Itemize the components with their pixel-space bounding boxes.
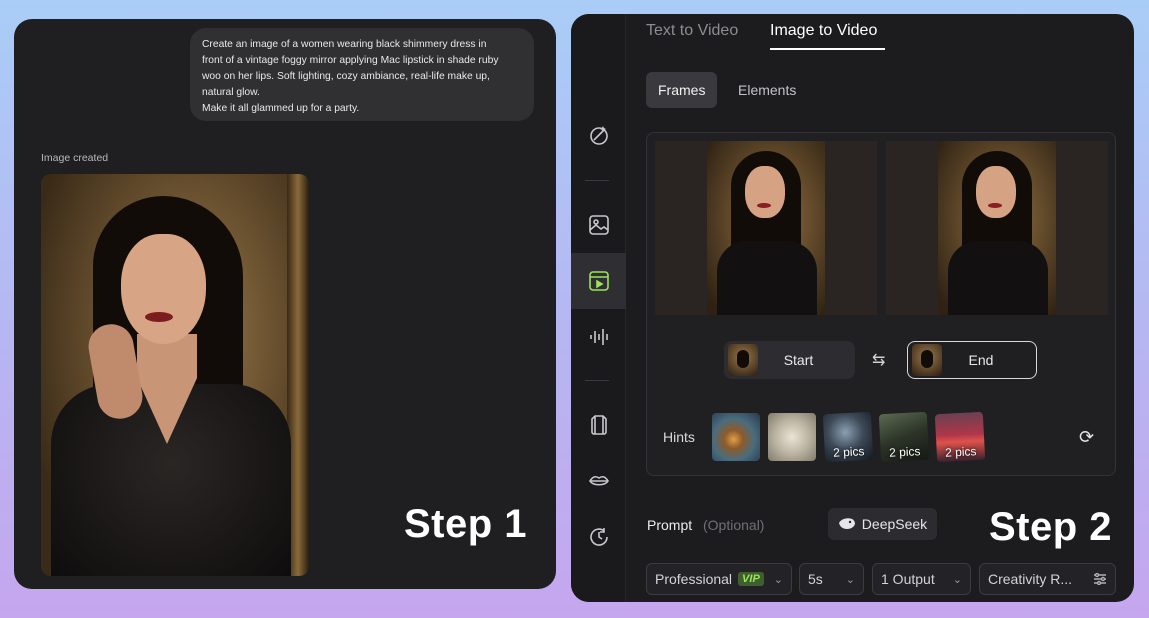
deepseek-label: DeepSeek	[861, 516, 928, 532]
end-frame-thumbnail[interactable]	[886, 141, 1108, 315]
hint-thumbnail[interactable]: 2 pics	[934, 411, 986, 463]
audio-wave-icon[interactable]	[571, 314, 626, 360]
start-frame-thumbnail[interactable]	[655, 141, 877, 315]
start-label: Start	[783, 352, 814, 368]
hint-count: 2 pics	[944, 444, 977, 460]
prompt-line: Make it all glammed up for a party.	[202, 103, 360, 114]
sliders-icon	[1094, 573, 1106, 585]
refresh-icon[interactable]: ⟳	[1079, 427, 1094, 448]
end-frame-image	[938, 141, 1056, 315]
deepseek-icon	[838, 518, 855, 529]
start-mini-thumb	[728, 344, 758, 376]
active-tab-indicator	[770, 48, 885, 50]
end-label: End	[968, 352, 994, 368]
tab-text-to-video[interactable]: Text to Video	[646, 22, 738, 40]
chat-panel: Create an image of a women wearing black…	[14, 19, 556, 589]
image-created-label: Image created	[41, 152, 109, 164]
vip-badge: VIP	[738, 572, 764, 586]
start-frame-image	[707, 141, 825, 315]
duration-value: 5s	[808, 571, 823, 587]
hint-thumbnail[interactable]: 2 pics	[878, 411, 930, 463]
prompt-bubble: Create an image of a women wearing black…	[190, 28, 534, 121]
lips-icon[interactable]	[571, 458, 626, 504]
prompt-optional-label: (Optional)	[703, 517, 765, 533]
generated-image[interactable]	[41, 174, 309, 576]
prompt-line: Create an image of a women wearing black…	[202, 39, 487, 50]
frames-box: Start ⇆ End Hints 2 pics 2 pics 2 pics ⟳	[646, 132, 1116, 476]
hint-count: 2 pics	[888, 444, 921, 460]
hint-count: 2 pics	[832, 444, 865, 460]
prompt-line: woo on her lips. Soft lighting, cozy amb…	[202, 71, 490, 82]
step-1-label: Step 1	[404, 502, 528, 546]
chevron-down-icon: ⌄	[845, 573, 855, 586]
hint-thumbnail[interactable]: 2 pics	[822, 411, 874, 463]
sidebar-divider	[585, 180, 609, 181]
subtab-frames[interactable]: Frames	[646, 72, 718, 108]
chevron-down-icon: ⌄	[952, 573, 962, 586]
end-mini-thumb	[912, 344, 942, 376]
prompt-line: natural glow.	[202, 87, 260, 98]
output-count-select[interactable]: 1 Output ⌄	[872, 563, 971, 595]
sidebar-divider	[585, 380, 609, 381]
hints-label: Hints	[663, 429, 695, 445]
magic-edit-icon[interactable]	[571, 112, 626, 158]
swap-icon[interactable]: ⇆	[872, 350, 885, 370]
start-frame-button[interactable]: Start	[724, 341, 855, 379]
end-frame-button[interactable]: End	[907, 341, 1037, 379]
deepseek-button[interactable]: DeepSeek	[828, 508, 937, 540]
hint-thumbnail[interactable]	[712, 413, 760, 461]
tab-image-to-video[interactable]: Image to Video	[770, 22, 877, 40]
creativity-settings[interactable]: Creativity R...	[979, 563, 1116, 595]
creativity-value: Creativity R...	[988, 571, 1073, 587]
face-shape	[121, 234, 206, 344]
prompt-line: front of a vintage foggy mirror applying…	[202, 55, 499, 66]
subtab-elements[interactable]: Elements	[726, 72, 808, 108]
mode-select[interactable]: Professional VIP ⌄	[646, 563, 792, 595]
video-icon[interactable]	[571, 253, 626, 309]
chevron-down-icon: ⌄	[773, 573, 783, 586]
duration-select[interactable]: 5s ⌄	[799, 563, 864, 595]
lips-shape	[145, 312, 173, 322]
output-count-value: 1 Output	[881, 571, 935, 587]
history-icon[interactable]	[571, 514, 626, 560]
outfit-icon[interactable]	[571, 402, 626, 448]
prompt-label: Prompt	[647, 517, 693, 533]
video-panel: Text to Video Image to Video Frames Elem…	[571, 14, 1134, 602]
tool-sidebar	[571, 14, 626, 602]
mode-value: Professional	[655, 571, 733, 587]
step-2-label: Step 2	[989, 505, 1113, 549]
hint-thumbnail[interactable]	[768, 413, 816, 461]
image-icon[interactable]	[571, 202, 626, 248]
